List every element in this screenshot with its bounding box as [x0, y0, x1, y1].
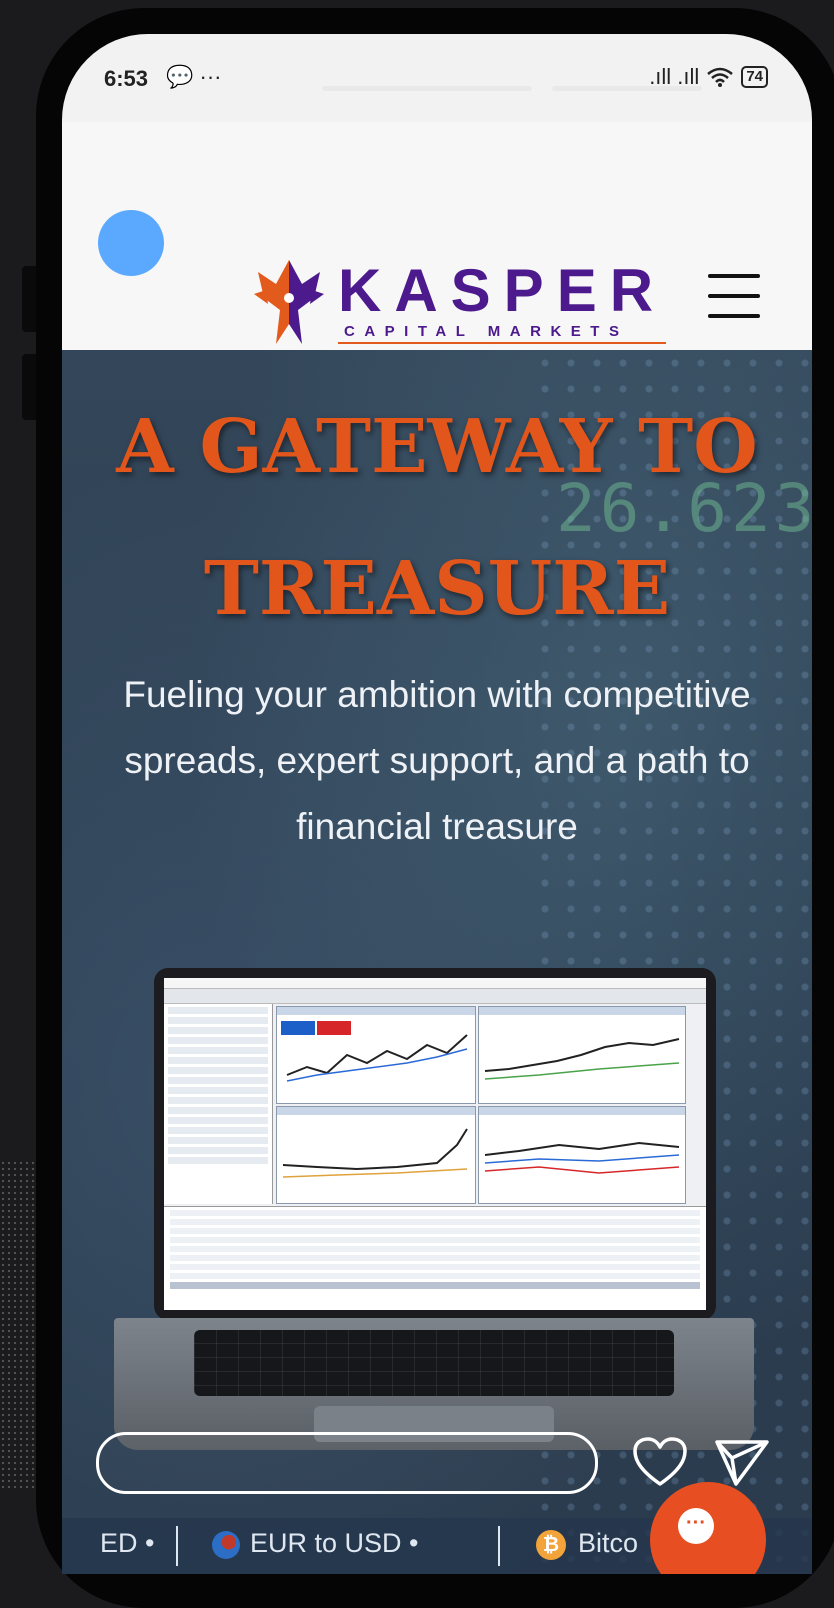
hamburger-menu-icon[interactable] [708, 272, 760, 320]
status-bar: 6:53 💬 ··· .ıll .ıll 74 [62, 34, 812, 122]
notification-icons: 💬 ··· [166, 64, 222, 89]
orders-terminal [164, 1206, 706, 1310]
market-watch-panel [164, 1004, 273, 1204]
bitcoin-icon: ₿ [536, 1529, 566, 1560]
status-icons: .ıll .ıll 74 [649, 64, 768, 90]
hero-title: A GATEWAY TO TREASURE [62, 376, 812, 660]
price-chart-window [276, 1106, 476, 1204]
trading-platform-screenshot [164, 978, 706, 1310]
ticker-separator [498, 1526, 500, 1566]
ticker-separator [176, 1526, 178, 1566]
price-chart-window [276, 1006, 476, 1104]
logo-wordmark: KASPER CAPITAL MARKETS [338, 256, 667, 344]
kasper-emblem-icon [254, 260, 324, 344]
ticker-item-label: Bitco [578, 1528, 639, 1558]
hero-title-line: A GATEWAY TO [116, 404, 758, 490]
laptop-keyboard [194, 1330, 674, 1396]
send-icon[interactable] [714, 1436, 770, 1488]
battery-icon: 74 [741, 66, 768, 88]
hero-title-line: TREASURE [203, 546, 671, 632]
hero-subtitle: Fueling your ambition with competitive s… [123, 674, 751, 847]
wifi-icon [707, 67, 734, 87]
logo-title: KASPER [338, 256, 667, 324]
brand-logo[interactable]: KASPER CAPITAL MARKETS [246, 254, 667, 350]
eu-us-flag-icon [212, 1530, 240, 1559]
ticker-item[interactable]: ₿ Bitco [536, 1528, 638, 1560]
ticker-item[interactable]: ED • [100, 1528, 154, 1559]
laptop-base [114, 1318, 754, 1450]
floating-dot[interactable] [98, 210, 164, 276]
heart-icon[interactable] [632, 1436, 688, 1488]
site-header: KASPER CAPITAL MARKETS [62, 122, 812, 350]
comment-input[interactable] [96, 1432, 598, 1494]
price-chart-window [478, 1006, 686, 1104]
ticker-item-label: EUR to USD • [250, 1528, 419, 1558]
logo-subtitle: CAPITAL MARKETS [338, 323, 667, 344]
laptop-screen [154, 968, 716, 1320]
ticker-item[interactable]: EUR to USD • [212, 1528, 419, 1559]
signal-icon: .ıll .ıll [649, 64, 700, 89]
status-time: 6:53 [104, 66, 149, 91]
phone-screen: 6:53 💬 ··· .ıll .ıll 74 KASPER CAPITAL M… [62, 34, 812, 1574]
page-load-bar [322, 86, 532, 91]
hero-section: 26.623 A GATEWAY TO TREASURE Fueling you… [62, 350, 812, 1574]
laptop-image [114, 968, 754, 1458]
chat-bubble-icon: ··· [678, 1508, 714, 1544]
price-chart-window [478, 1106, 686, 1204]
